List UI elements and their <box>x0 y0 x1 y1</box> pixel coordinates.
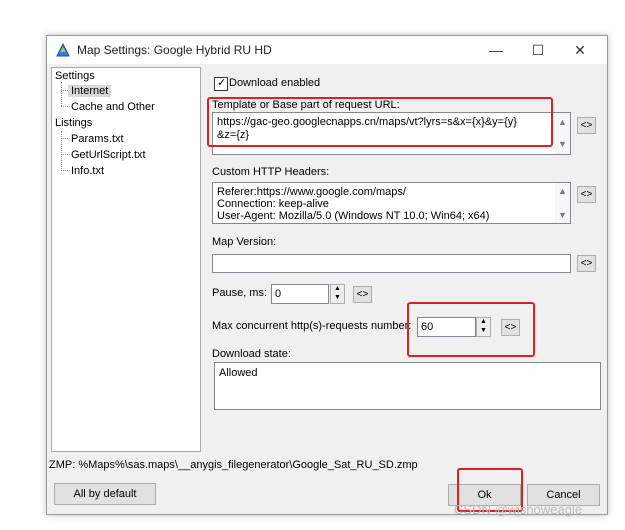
pause-value: 0 <box>275 288 282 300</box>
tree-item-params[interactable]: Params.txt <box>71 133 124 145</box>
pause-label: Pause, ms: <box>212 287 268 299</box>
tree-item-cache-and-other[interactable]: Cache and Other <box>71 101 155 113</box>
spin-up-icon[interactable]: ▲ <box>331 285 344 294</box>
tree-item-listings[interactable]: Listings <box>55 117 92 129</box>
maximize-button[interactable]: ☐ <box>517 36 559 64</box>
close-button[interactable]: ✕ <box>559 36 601 64</box>
max-requests-spinner[interactable]: ▲ ▼ <box>476 317 491 337</box>
download-state-label: Download state: <box>212 348 291 360</box>
url-template-label: Template or Base part of request URL: <box>212 99 400 111</box>
spin-up-icon[interactable]: ▲ <box>477 318 490 327</box>
url-template-line: &z={z} <box>217 129 250 141</box>
max-requests-reset-button[interactable]: <> <box>501 319 520 336</box>
title-bar[interactable]: Map Settings: Google Hybrid RU HD — ☐ ✕ <box>47 36 607 64</box>
map-version-label: Map Version: <box>212 236 277 248</box>
max-requests-label: Max concurrent http(s)-requests number: <box>212 320 412 332</box>
watermark: CSDN @wjsnoweagle <box>454 502 583 517</box>
download-enabled-label: Download enabled <box>229 77 321 89</box>
max-requests-input[interactable]: 60 <box>417 317 476 337</box>
headers-label: Custom HTTP Headers: <box>212 166 330 178</box>
pause-reset-button[interactable]: <> <box>353 286 372 303</box>
header-line: Referer:https://www.google.com/maps/ <box>217 186 406 198</box>
headers-scrollbar[interactable]: ▲ ▼ <box>555 183 570 223</box>
url-template-scrollbar[interactable]: ▲ ▼ <box>555 113 570 154</box>
url-template-reset-button[interactable]: <> <box>577 117 596 134</box>
map-version-reset-button[interactable]: <> <box>577 255 596 272</box>
check-icon: ✓ <box>217 77 227 89</box>
map-settings-window: Map Settings: Google Hybrid RU HD — ☐ ✕ … <box>46 35 608 515</box>
headers-reset-button[interactable]: <> <box>577 186 596 203</box>
globe-icon <box>56 42 70 57</box>
tree-item-internet[interactable]: Internet <box>68 85 112 97</box>
tree-item-info[interactable]: Info.txt <box>71 165 104 177</box>
spin-down-icon[interactable]: ▼ <box>331 294 344 303</box>
settings-tree[interactable]: Settings Internet Cache and Other Listin… <box>51 67 201 452</box>
download-state-field[interactable]: Allowed <box>214 362 601 410</box>
url-template-field[interactable]: https://gac-geo.googlecnapps.cn/maps/vt?… <box>212 112 571 155</box>
url-template-line: https://gac-geo.googlecnapps.cn/maps/vt?… <box>217 116 517 128</box>
download-state-value: Allowed <box>219 367 258 379</box>
spin-down-icon[interactable]: ▼ <box>477 327 490 336</box>
minimize-button[interactable]: — <box>475 36 517 64</box>
max-requests-value: 60 <box>421 321 434 333</box>
pause-input[interactable]: 0 <box>271 284 329 304</box>
all-by-default-button[interactable]: All by default <box>54 483 156 505</box>
window-title: Map Settings: Google Hybrid RU HD <box>77 43 272 57</box>
zmp-path: ZMP: %Maps%\sas.maps\__anygis_filegenera… <box>49 459 418 471</box>
header-line: User-Agent: Mozilla/5.0 (Windows NT 10.0… <box>217 210 490 222</box>
tree-item-get-url-script[interactable]: GetUrlScript.txt <box>71 149 146 161</box>
map-version-input[interactable] <box>212 254 571 273</box>
tree-item-settings[interactable]: Settings <box>55 70 95 82</box>
header-line: Connection: keep-alive <box>217 198 329 210</box>
headers-field[interactable]: Referer:https://www.google.com/maps/ Con… <box>212 182 571 224</box>
download-enabled-checkbox[interactable]: ✓ <box>214 77 228 91</box>
pause-spinner[interactable]: ▲ ▼ <box>330 284 345 304</box>
